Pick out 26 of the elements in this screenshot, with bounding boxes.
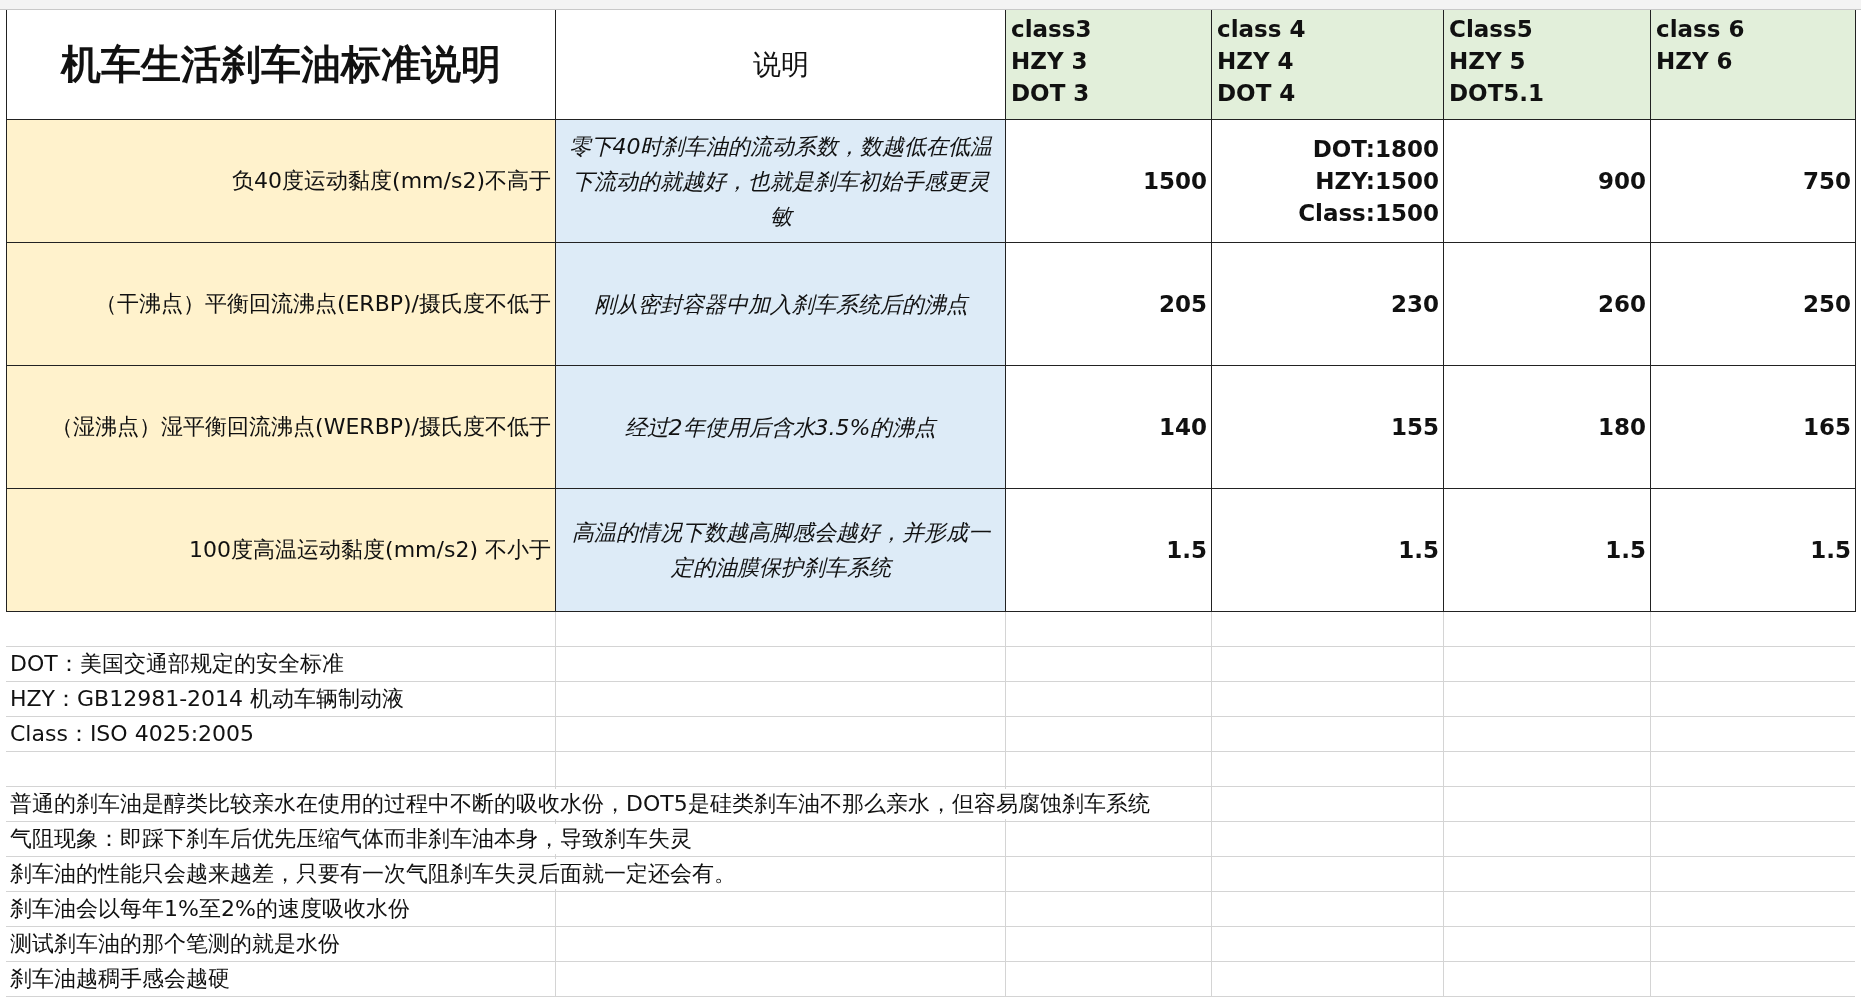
value-cell: 165 (1651, 366, 1856, 489)
description-cell: 零下40时刹车油的流动系数，数越低在低温下流动的就越好，也就是刹车初始手感更灵敏 (556, 120, 1006, 243)
note-text: 气阻现象：即踩下刹车后优先压缩气体而非刹车油本身，导致刹车失灵 (10, 824, 692, 854)
grade-header: Class5 HZY 5 DOT5.1 (1444, 10, 1651, 120)
description-cell: 经过2年使用后含水3.5%的沸点 (556, 366, 1006, 489)
value-cell: 750 (1651, 120, 1856, 243)
value-cell: 205 (1006, 243, 1212, 366)
value-cell: 1500 (1006, 120, 1212, 243)
value-cell: 900 (1444, 120, 1651, 243)
grade-header: class3 HZY 3 DOT 3 (1006, 10, 1212, 120)
row-label: 负40度运动黏度(mm/s2)不高于 (7, 120, 556, 243)
row-label: （干沸点）平衡回流沸点(ERBP)/摄氏度不低于 (7, 243, 556, 366)
value-cell: 230 (1212, 243, 1444, 366)
grade-header: class 4 HZY 4 DOT 4 (1212, 10, 1444, 120)
value-cell: DOT:1800 HZY:1500 Class:1500 (1212, 120, 1444, 243)
value-cell: 260 (1444, 243, 1651, 366)
value-cell: 140 (1006, 366, 1212, 489)
grade-header: class 6 HZY 6 (1651, 10, 1856, 120)
row-label: （湿沸点）湿平衡回流沸点(WERBP)/摄氏度不低于 (7, 366, 556, 489)
description-cell: 刚从密封容器中加入刹车系统后的沸点 (556, 243, 1006, 366)
value-cell: 155 (1212, 366, 1444, 489)
value-cell: 250 (1651, 243, 1856, 366)
note-text: 普通的刹车油是醇类比较亲水在使用的过程中不断的吸收水份，DOT5是硅类刹车油不那么亲水，但容易腐蚀刹车系统 (10, 789, 1150, 819)
row-label: 100度高温运动黏度(mm/s2) 不小于 (7, 489, 556, 612)
value-cell: 180 (1444, 366, 1651, 489)
description-cell: 高温的情况下数越高脚感会越好，并形成一定的油膜保护刹车系统 (556, 489, 1006, 612)
